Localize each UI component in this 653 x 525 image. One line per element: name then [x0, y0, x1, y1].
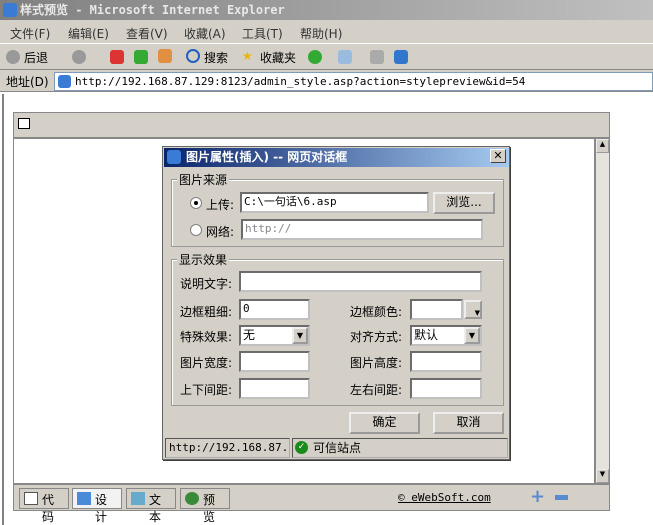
refresh-icon[interactable]: [134, 50, 148, 64]
search-button[interactable]: 搜索: [204, 49, 228, 66]
address-label: 地址(D): [6, 75, 49, 89]
network-url-input[interactable]: http://: [241, 219, 483, 240]
menu-favorites[interactable]: 收藏(A): [184, 25, 226, 42]
text-icon: [131, 492, 145, 505]
editor-toolbar: [13, 112, 610, 138]
editor-mode-bar: 代码 设计 文本 预览 © eWebSoft.com +: [13, 484, 610, 524]
status-zone-label: 可信站点: [313, 441, 362, 455]
tab-label: 预览: [203, 493, 216, 524]
border-width-input[interactable]: 0: [239, 299, 310, 320]
chevron-down-icon: ▼: [292, 327, 308, 344]
height-label: 图片高度:: [350, 356, 403, 370]
vspace-input[interactable]: [239, 378, 310, 399]
network-label: 网络:: [206, 225, 235, 239]
browse-button[interactable]: 浏览...: [433, 192, 495, 214]
favorites-button[interactable]: 收藏夹: [260, 49, 296, 66]
width-label: 图片宽度:: [180, 356, 233, 370]
address-input[interactable]: http://192.168.87.129:8123/admin_style.a…: [54, 72, 653, 91]
width-input[interactable]: [239, 351, 310, 372]
scroll-down-icon[interactable]: ▼: [596, 469, 609, 483]
check-icon: ✓: [295, 441, 308, 454]
upload-label: 上传:: [206, 198, 235, 212]
cancel-button[interactable]: 取消: [433, 412, 504, 434]
window-title: 样式预览 - Microsoft Internet Explorer: [0, 0, 653, 20]
star-icon[interactable]: ★: [242, 49, 253, 63]
height-input[interactable]: [410, 351, 482, 372]
zoom-in-icon[interactable]: +: [530, 486, 545, 507]
edit-icon[interactable]: [394, 50, 408, 64]
stop-icon[interactable]: [110, 50, 124, 64]
upload-radio[interactable]: [190, 197, 202, 209]
ie-icon: [3, 3, 17, 17]
network-radio[interactable]: [190, 224, 202, 236]
vspace-label: 上下间距:: [180, 383, 233, 397]
tab-preview[interactable]: 预览: [180, 488, 230, 524]
zoom-out-icon[interactable]: [555, 495, 568, 500]
tab-label: 设计: [95, 493, 108, 524]
color-picker-button[interactable]: ▼: [464, 300, 482, 319]
caption-input[interactable]: [239, 271, 482, 292]
hspace-input[interactable]: [410, 378, 482, 399]
hspace-label: 左右间距:: [350, 383, 403, 397]
tab-text[interactable]: 文本: [126, 488, 176, 524]
design-icon: [77, 492, 91, 505]
align-value: 默认: [414, 328, 439, 342]
back-icon[interactable]: [6, 50, 20, 64]
back-button[interactable]: 后退: [24, 49, 48, 66]
effect-select[interactable]: 无 ▼: [239, 325, 310, 346]
tab-design[interactable]: 设计: [72, 488, 122, 524]
scroll-up-icon[interactable]: ▲: [596, 139, 609, 153]
chevron-down-icon: ▼: [464, 327, 480, 344]
ok-button[interactable]: 确定: [349, 412, 420, 434]
border-color-label: 边框颜色:: [350, 305, 403, 319]
dialog-title: 图片属性(插入) -- 网页对话框: [164, 148, 509, 167]
tab-label: 代码: [42, 493, 55, 524]
code-icon: [24, 492, 38, 505]
menu-tools[interactable]: 工具(T): [242, 25, 283, 42]
close-button[interactable]: ✕: [490, 149, 506, 163]
upload-file-input[interactable]: C:\一句话\6.asp: [240, 192, 429, 213]
print-icon[interactable]: [370, 50, 384, 64]
align-label: 对齐方式:: [350, 330, 403, 344]
source-legend: 图片来源: [177, 171, 230, 188]
border-color-input[interactable]: [410, 299, 463, 320]
tab-label: 文本: [149, 493, 162, 524]
effect-value: 无: [243, 328, 256, 342]
toolbar: 后退 搜索 ★ 收藏夹: [0, 44, 653, 70]
image-icon[interactable]: [18, 118, 30, 129]
tab-code[interactable]: 代码: [19, 488, 69, 524]
media-icon[interactable]: [308, 50, 322, 64]
page-icon: [58, 75, 71, 88]
align-select[interactable]: 默认 ▼: [410, 325, 482, 346]
ie-icon: [167, 150, 181, 164]
menu-view[interactable]: 查看(V): [126, 25, 168, 42]
menu-edit[interactable]: 编辑(E): [68, 25, 109, 42]
menu-help[interactable]: 帮助(H): [300, 25, 342, 42]
caption-label: 说明文字:: [180, 277, 233, 291]
scrollbar[interactable]: ▲ ▼: [595, 138, 610, 484]
status-url: http://192.168.87.129: [165, 438, 290, 458]
copyright-link[interactable]: © eWebSoft.com: [398, 491, 491, 504]
display-legend: 显示效果: [177, 251, 230, 268]
search-icon[interactable]: [186, 49, 200, 63]
menu-file[interactable]: 文件(F): [10, 25, 50, 42]
status-zone: ✓ 可信站点: [292, 438, 508, 458]
home-icon[interactable]: [158, 49, 172, 63]
border-width-label: 边框粗细:: [180, 305, 233, 319]
menu-bar: 文件(F) 编辑(E) 查看(V) 收藏(A) 工具(T) 帮助(H): [0, 20, 653, 44]
image-properties-dialog: 图片属性(插入) -- 网页对话框 ✕ 图片来源 上传: C:\一句话\6.as…: [162, 146, 510, 460]
forward-icon[interactable]: [72, 50, 86, 64]
globe-icon: [185, 492, 199, 505]
effect-label: 特殊效果:: [180, 330, 233, 344]
mail-icon[interactable]: [338, 50, 352, 64]
